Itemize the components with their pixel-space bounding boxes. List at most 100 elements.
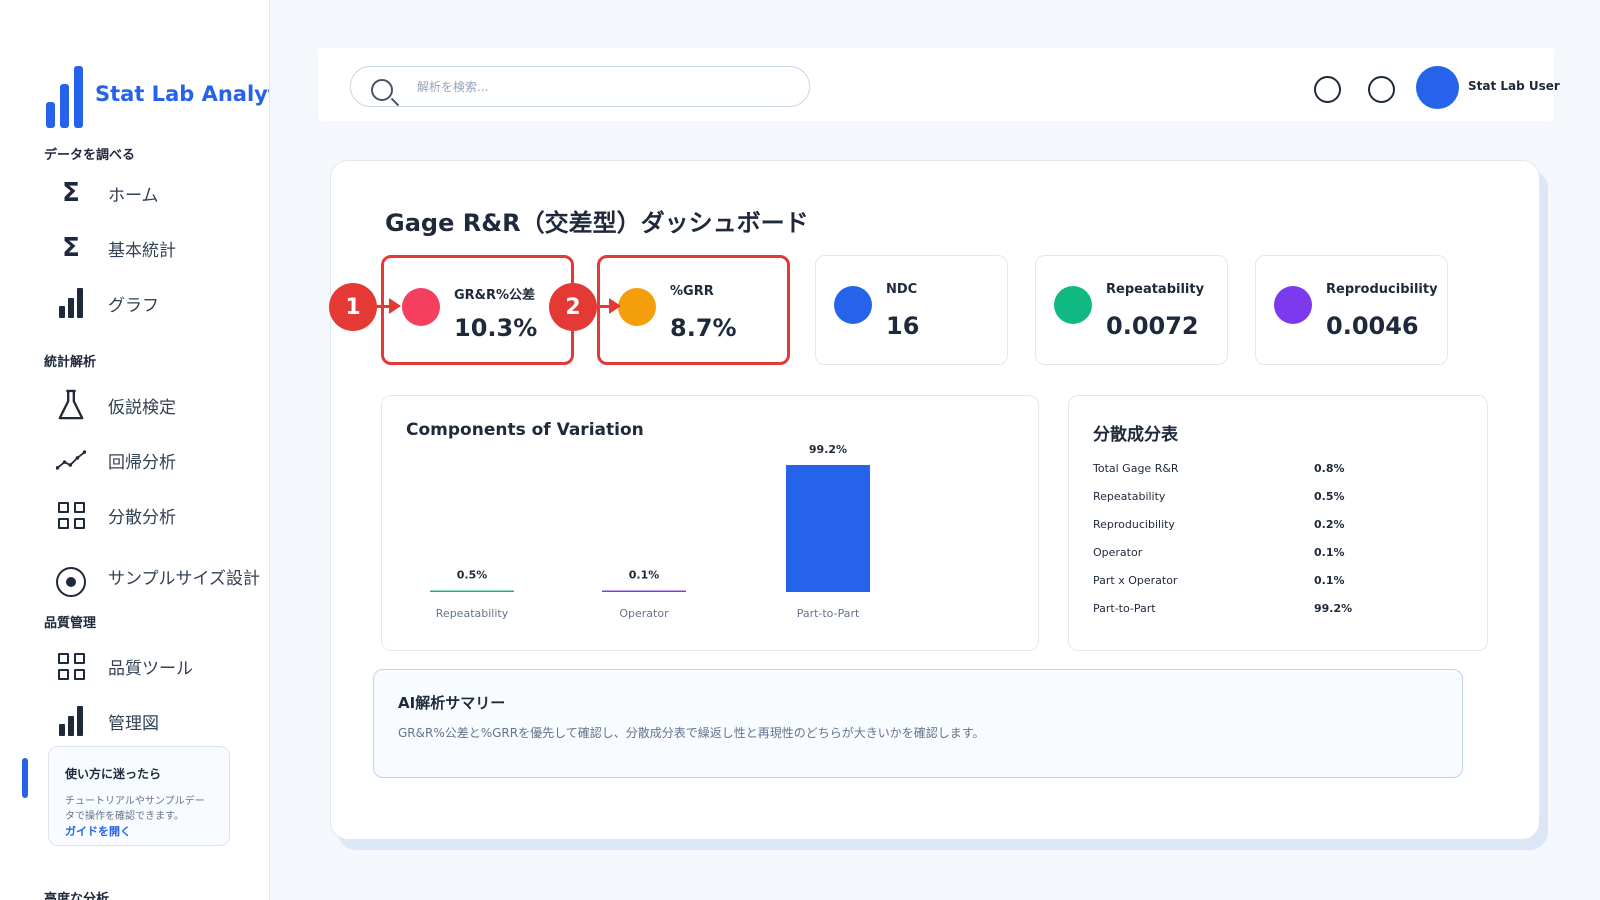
help-title: 使い方に迷ったら	[65, 767, 162, 781]
variance-name: Part x Operator	[1093, 574, 1178, 587]
kpi-card-grr-tolerance[interactable]: GR&R%公差 10.3%	[381, 255, 574, 365]
page-title: Gage R&R（交差型）ダッシュボード	[385, 209, 809, 237]
kpi-card-repeatability[interactable]: Repeatability 0.0072	[1035, 255, 1228, 365]
sidebar-item-label: ホーム	[108, 185, 159, 206]
sidebar-item-quality-tools[interactable]: 品質ツール	[56, 651, 193, 681]
sidebar-item-hypothesis[interactable]: 仮説検定	[56, 389, 176, 420]
components-of-variation-panel: Components of Variation 0.5% Repeatabilit…	[381, 395, 1039, 651]
sidebar-item-control-chart[interactable]: 管理図	[56, 706, 159, 736]
kpi-label: Reproducibility	[1326, 282, 1438, 297]
variance-value: 0.1%	[1314, 574, 1345, 587]
chart-category-label: Repeatability	[436, 607, 509, 620]
variance-name: Part-to-Part	[1093, 602, 1156, 615]
kpi-label: Repeatability	[1106, 282, 1205, 297]
help-card: 使い方に迷ったら チュートリアルやサンプルデータで操作を確認できます。 ガイドを…	[48, 746, 230, 846]
sidebar-item-label: 回帰分析	[108, 452, 176, 473]
brand[interactable]: Stat Lab Analytics	[46, 66, 269, 128]
variance-row: Operator 0.1%	[1093, 546, 1453, 559]
sidebar-item-graph[interactable]: グラフ	[56, 288, 159, 318]
variance-name: Operator	[1093, 546, 1143, 559]
sidebar-item-label: サンプルサイズ設計	[108, 568, 260, 589]
sidebar-item-sample-size[interactable]: サンプルサイズ設計	[56, 555, 260, 597]
variance-name: Total Gage R&R	[1093, 462, 1179, 475]
help-text: チュートリアルやサンプルデータで操作を確認できます。	[65, 796, 205, 822]
chart-data-label: 0.5%	[457, 569, 488, 582]
kpi-card-ndc[interactable]: NDC 16	[815, 255, 1008, 365]
sidebar: Stat Lab Analytics データを調べる Σ ホーム Σ 基本統計 …	[0, 0, 270, 900]
kpi-card-grr-percent[interactable]: %GRR 8.7%	[597, 255, 790, 365]
annotation-badge-1: 1	[329, 283, 377, 331]
variance-value: 0.2%	[1314, 518, 1345, 531]
help-accent	[22, 758, 28, 798]
section-label-explore: データを調べる	[44, 148, 136, 163]
kpi-value: 8.7%	[670, 314, 737, 342]
section-label-analysis: 統計解析	[44, 355, 97, 370]
notification-icon[interactable]	[1314, 76, 1341, 103]
sidebar-item-label: 品質ツール	[108, 658, 193, 679]
sidebar-item-label: 管理図	[108, 713, 159, 734]
chart-data-label: 99.2%	[809, 443, 847, 456]
kpi-label: GR&R%公差	[454, 288, 536, 303]
sidebar-item-label: 基本統計	[108, 240, 176, 261]
variance-value: 0.5%	[1314, 490, 1345, 503]
grid-icon	[56, 500, 86, 530]
variance-name: Repeatability	[1093, 490, 1166, 503]
sidebar-item-home[interactable]: Σ ホーム	[56, 178, 159, 208]
bar-chart-icon	[56, 288, 86, 318]
chart-bar-operator[interactable]	[602, 590, 686, 593]
trend-line-icon	[56, 445, 86, 475]
kpi-label: %GRR	[670, 284, 714, 299]
variance-row: Part x Operator 0.1%	[1093, 574, 1453, 587]
chart-bar-repeatability[interactable]	[430, 590, 514, 593]
variance-row: Reproducibility 0.2%	[1093, 518, 1453, 531]
variance-row: Repeatability 0.5%	[1093, 490, 1453, 503]
variance-table-title: 分散成分表	[1093, 425, 1178, 445]
kpi-value: 10.3%	[454, 314, 538, 342]
kpi-dot	[1274, 286, 1312, 324]
arrow-right-icon	[389, 298, 401, 314]
open-guide-link[interactable]: ガイドを開く	[65, 823, 131, 839]
kpi-dot	[1054, 286, 1092, 324]
sidebar-item-anova[interactable]: 分散分析	[56, 500, 176, 530]
sidebar-item-label: 分散分析	[108, 507, 176, 528]
kpi-dot	[402, 288, 440, 326]
sidebar-item-basic-stats[interactable]: Σ 基本統計	[56, 233, 176, 263]
summary-text: GR&R%公差と%GRRを優先して確認し、分散成分表で繰返し性と再現性のどちらが…	[398, 726, 985, 740]
summary-title: AI解析サマリー	[398, 694, 506, 712]
brand-logo-icon	[46, 66, 83, 128]
sidebar-item-regression[interactable]: 回帰分析	[56, 445, 176, 475]
sigma-icon: Σ	[62, 178, 80, 208]
kpi-dot	[834, 286, 872, 324]
settings-icon[interactable]	[1368, 76, 1395, 103]
bar-chart-icon	[56, 706, 86, 736]
search-input[interactable]	[417, 75, 777, 99]
variance-name: Reproducibility	[1093, 518, 1175, 531]
variance-row: Part-to-Part 99.2%	[1093, 602, 1453, 615]
variance-value: 0.8%	[1314, 462, 1345, 475]
top-bar: Stat Lab User	[318, 48, 1560, 121]
variance-value: 0.1%	[1314, 546, 1345, 559]
variance-components-panel: 分散成分表 Total Gage R&R 0.8% Repeatability 0.…	[1068, 395, 1488, 651]
search-box[interactable]	[350, 66, 810, 107]
variance-row: Total Gage R&R 0.8%	[1093, 462, 1453, 475]
section-label-advanced: 高度な分析	[44, 892, 110, 900]
annotation-badge-2: 2	[549, 283, 597, 331]
components-of-variation-chart: 0.5% Repeatability 0.1% Operator 99.2% Part-t…	[430, 443, 870, 620]
kpi-value: 16	[886, 312, 920, 340]
avatar[interactable]	[1416, 66, 1459, 109]
flask-icon	[56, 389, 86, 420]
kpi-card-reproducibility[interactable]: Reproducibility 0.0046	[1255, 255, 1448, 365]
chart-category-label: Part-to-Part	[797, 607, 860, 620]
variance-value: 99.2%	[1314, 602, 1353, 615]
arrow-right-icon	[609, 298, 621, 314]
chart-bar-part-to-part[interactable]	[786, 465, 870, 592]
grid-icon	[56, 651, 86, 681]
sigma-icon: Σ	[62, 233, 80, 263]
dashboard-card: Gage R&R（交差型）ダッシュボード GR&R%公差 10.3% %GRR …	[329, 160, 1540, 840]
kpi-value: 0.0072	[1106, 312, 1199, 340]
target-icon	[56, 567, 86, 597]
search-icon	[371, 79, 393, 101]
kpi-value: 0.0046	[1326, 312, 1419, 340]
section-label-quality: 品質管理	[44, 616, 97, 631]
ai-summary-panel: AI解析サマリー GR&R%公差と%GRRを優先して確認し、分散成分表で繰返し性…	[373, 669, 1463, 778]
